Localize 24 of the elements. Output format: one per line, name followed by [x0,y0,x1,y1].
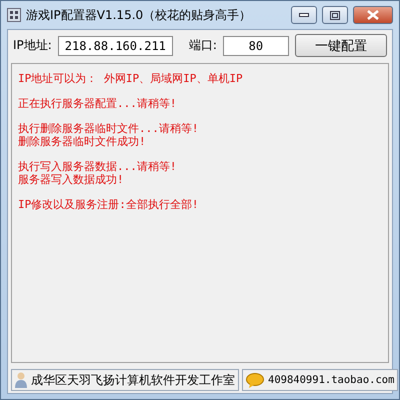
minimize-icon [299,13,309,17]
studio-name: 成华区天羽飞扬计算机软件开发工作室 [31,372,235,388]
ip-field[interactable]: 218.88.160.211 [58,36,173,56]
log-line: 服务器写入数据成功! [18,173,125,186]
port-field[interactable]: 80 [222,36,289,56]
log-line: 删除服务器临时文件成功! [18,135,147,148]
maximize-button[interactable] [322,6,348,24]
close-icon [367,10,379,20]
log-line: IP修改以及服务注册:全部执行全部! [18,198,200,211]
log-line: IP地址可以为： 外网IP、局域网IP、单机IP [18,72,244,85]
log-line: 执行写入服务器数据...请稍等! [18,160,178,173]
close-button[interactable] [353,6,393,24]
shop-link[interactable]: 409840991.taobao.com [268,374,394,386]
chat-bubble-icon [246,372,264,388]
app-icon [7,8,21,22]
person-icon [15,372,27,388]
window-title: 游戏IP配置器V1.15.0（校花的贴身高手） [26,6,252,24]
port-label: 端口: [188,37,217,54]
configure-button[interactable]: 一键配置 [295,34,387,57]
ip-label: IP地址: [13,37,52,54]
log-line: 正在执行服务器配置...请稍等! [18,97,178,110]
minimize-button[interactable] [291,6,317,24]
log-line: 执行删除服务器临时文件...请稍等! [18,122,200,135]
maximize-icon [330,10,340,20]
